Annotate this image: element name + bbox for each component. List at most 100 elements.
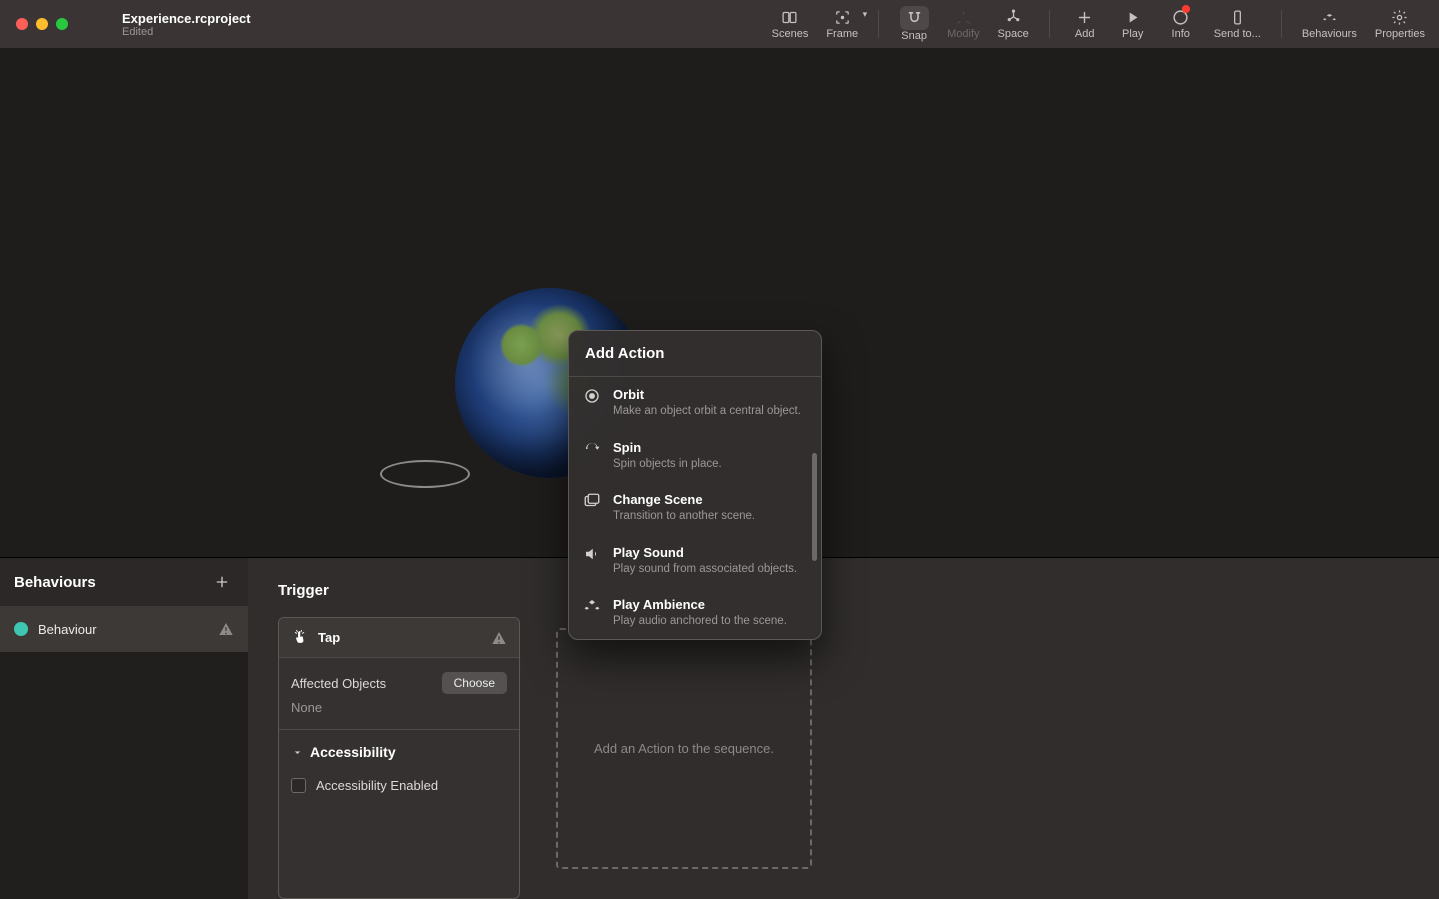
play-button[interactable]: Play <box>1118 0 1148 40</box>
trigger-type-label: Tap <box>318 630 481 645</box>
action-item-play-ambience[interactable]: Play Ambience Play audio anchored to the… <box>569 587 821 639</box>
notification-dot-icon <box>1182 5 1190 13</box>
accessibility-enabled-row[interactable]: Accessibility Enabled <box>279 768 519 811</box>
modify-label: Modify <box>947 28 979 40</box>
dropdown-caret-icon: ▾ <box>863 9 868 20</box>
accessibility-disclosure[interactable]: Accessibility <box>279 730 519 768</box>
plus-icon <box>1076 6 1093 28</box>
action-item-spin[interactable]: Spin Spin objects in place. <box>569 430 821 483</box>
behaviour-color-dot <box>14 622 28 636</box>
document-title-block: Experience.rcproject Edited <box>122 11 251 38</box>
close-window-button[interactable] <box>16 18 28 30</box>
action-desc: Play sound from associated objects. <box>613 562 797 578</box>
action-desc: Transition to another scene. <box>613 509 755 525</box>
change-scene-icon <box>583 492 601 510</box>
trigger-title: Trigger <box>278 582 520 599</box>
modify-button: Modify <box>947 0 979 40</box>
orbit-icon <box>583 387 601 405</box>
play-label: Play <box>1122 28 1143 40</box>
window-controls <box>16 18 68 30</box>
add-action-popover: Add Action Orbit Make an object orbit a … <box>568 330 822 640</box>
action-title: Orbit <box>613 387 801 402</box>
info-button[interactable]: Info <box>1166 0 1196 40</box>
action-title: Play Sound <box>613 545 797 560</box>
behaviours-header: Behaviours <box>0 558 248 606</box>
scenes-button[interactable]: Scenes <box>772 0 809 40</box>
action-desc: Spin objects in place. <box>613 457 722 473</box>
popover-title: Add Action <box>569 331 821 377</box>
accessibility-enabled-label: Accessibility Enabled <box>316 778 438 793</box>
action-desc: Play audio anchored to the scene. <box>613 614 787 630</box>
trigger-card-header[interactable]: Tap <box>279 618 519 658</box>
popover-caret-icon <box>685 639 705 640</box>
send-to-label: Send to... <box>1214 28 1261 40</box>
space-label: Space <box>998 28 1029 40</box>
zoom-window-button[interactable] <box>56 18 68 30</box>
action-title: Spin <box>613 440 722 455</box>
properties-button[interactable]: Properties <box>1375 0 1425 40</box>
action-item-orbit[interactable]: Orbit Make an object orbit a central obj… <box>569 377 821 430</box>
behaviours-button[interactable]: Behaviours <box>1302 0 1357 40</box>
info-label: Info <box>1172 28 1190 40</box>
affected-objects-value: None <box>291 700 507 715</box>
space-button[interactable]: Space <box>998 0 1029 40</box>
action-title: Change Scene <box>613 492 755 507</box>
snap-label: Snap <box>901 30 927 42</box>
behaviours-label: Behaviours <box>1302 28 1357 40</box>
toolbar-divider <box>1049 10 1050 38</box>
trigger-card: Tap Affected Objects Choose None Accessi… <box>278 617 520 899</box>
behaviours-title: Behaviours <box>14 574 96 591</box>
drop-zone-placeholder: Add an Action to the sequence. <box>594 741 774 756</box>
chevron-down-icon <box>291 746 304 759</box>
ambience-icon <box>583 597 601 615</box>
titlebar: Experience.rcproject Edited Scenes Frame… <box>0 0 1439 48</box>
action-list: Orbit Make an object orbit a central obj… <box>569 377 821 639</box>
accessibility-checkbox[interactable] <box>291 778 306 793</box>
minimize-window-button[interactable] <box>36 18 48 30</box>
frame-button[interactable]: Frame ▾ <box>826 0 858 40</box>
spin-icon <box>583 440 601 458</box>
behaviours-column: Behaviours Behaviour <box>0 558 248 899</box>
action-title: Play Ambience <box>613 597 787 612</box>
add-label: Add <box>1075 28 1095 40</box>
frame-icon <box>834 6 851 28</box>
behaviour-list-item[interactable]: Behaviour <box>0 606 248 652</box>
snap-button[interactable]: Snap <box>899 0 929 42</box>
modify-icon <box>955 6 972 28</box>
trigger-column: Trigger Tap Affected Objects Choose None <box>248 558 538 899</box>
toolbar: Scenes Frame ▾ Snap Modify Space Add Pla… <box>772 0 1425 48</box>
scenes-label: Scenes <box>772 28 809 40</box>
behaviours-icon <box>1321 6 1338 28</box>
play-icon <box>1124 6 1141 28</box>
3d-viewport[interactable]: Behaviours Behaviour Trigger Tap <box>0 48 1439 899</box>
gear-icon <box>1391 6 1408 28</box>
properties-label: Properties <box>1375 28 1425 40</box>
warning-icon <box>491 630 507 646</box>
popover-scrollbar[interactable] <box>812 453 817 561</box>
affected-objects-label: Affected Objects <box>291 676 386 691</box>
device-icon <box>1229 6 1246 28</box>
toolbar-divider <box>1281 10 1282 38</box>
action-drop-zone[interactable]: Add an Action to the sequence. <box>556 628 812 869</box>
origin-ring <box>380 460 470 488</box>
affected-objects-section: Affected Objects Choose None <box>279 658 519 730</box>
toolbar-divider <box>878 10 879 38</box>
scenes-icon <box>781 6 798 28</box>
document-subtitle: Edited <box>122 26 251 38</box>
add-behaviour-button[interactable] <box>210 570 234 594</box>
snap-icon <box>906 7 923 29</box>
action-item-change-scene[interactable]: Change Scene Transition to another scene… <box>569 482 821 535</box>
choose-objects-button[interactable]: Choose <box>442 672 507 694</box>
frame-label: Frame <box>826 28 858 40</box>
action-item-play-sound[interactable]: Play Sound Play sound from associated ob… <box>569 535 821 588</box>
behaviours-empty-area <box>0 652 248 899</box>
document-title: Experience.rcproject <box>122 11 251 26</box>
behaviour-name: Behaviour <box>38 622 208 637</box>
tap-icon <box>291 629 308 646</box>
send-to-button[interactable]: Send to... <box>1214 0 1261 40</box>
add-button[interactable]: Add <box>1070 0 1100 40</box>
sound-icon <box>583 545 601 563</box>
action-desc: Make an object orbit a central object. <box>613 404 801 420</box>
accessibility-heading: Accessibility <box>310 744 396 760</box>
warning-icon <box>218 621 234 637</box>
